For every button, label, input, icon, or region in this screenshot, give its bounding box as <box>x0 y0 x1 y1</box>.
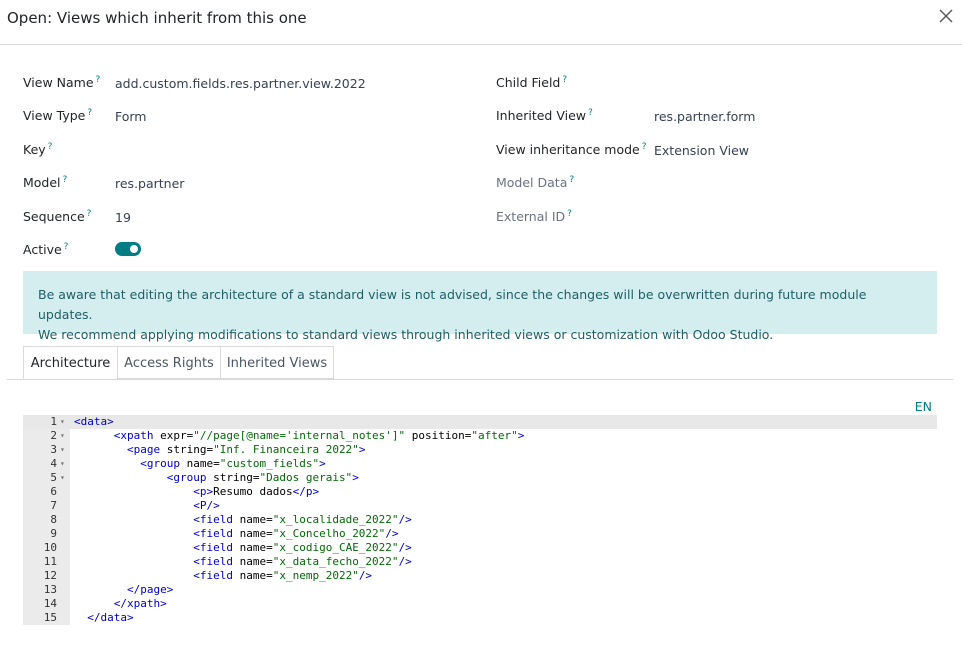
sequence-value[interactable]: 19 <box>115 210 131 225</box>
code-line[interactable]: 3 ▾ <page string="Inf. Financeira 2022"> <box>23 443 937 457</box>
fold-arrow-icon[interactable]: ▾ <box>60 415 65 429</box>
code-text: </page> <box>126 583 174 596</box>
code-line[interactable]: 6 <p>Resumo dados</p> <box>23 485 937 499</box>
line-number: 9 <box>50 527 57 540</box>
help-icon[interactable]: ? <box>567 209 572 219</box>
code-line[interactable]: 8 <field name="x_localidade_2022"/> <box>23 513 937 527</box>
fold-arrow-icon[interactable]: ▾ <box>60 429 65 443</box>
model-value[interactable]: res.partner <box>115 176 184 191</box>
fold-arrow-icon[interactable]: ▾ <box>60 471 65 485</box>
code-line[interactable]: 12 <field name="x_nemp_2022"/> <box>23 569 937 583</box>
line-number: 2 <box>50 429 57 442</box>
help-icon[interactable]: ? <box>562 75 567 85</box>
help-icon[interactable]: ? <box>642 142 647 152</box>
tab-access-rights[interactable]: Access Rights <box>117 346 221 379</box>
help-icon[interactable]: ? <box>48 142 53 152</box>
code-line[interactable]: 2 ▾ <xpath expr="//page[@name='internal_n… <box>23 429 937 443</box>
close-icon[interactable] <box>938 8 954 24</box>
inheritance-mode-label: View inheritance mode? <box>496 142 647 158</box>
view-name-label: View Name? <box>23 75 101 91</box>
help-icon[interactable]: ? <box>569 175 574 185</box>
view-type-label: View Type? <box>23 108 93 124</box>
active-toggle[interactable] <box>115 242 141 256</box>
fold-arrow-icon[interactable]: ▾ <box>60 457 65 471</box>
code-line[interactable]: 14 </xpath> <box>23 597 937 611</box>
view-type-value[interactable]: Form <box>115 109 147 124</box>
line-number: 1 <box>50 415 57 428</box>
code-line[interactable]: 13 </page> <box>23 583 937 597</box>
code-line[interactable]: 9 <field name="x_Concelho_2022"/> <box>23 527 937 541</box>
dialog-header: Open: Views which inherit from this one <box>0 0 962 45</box>
toggle-knob <box>130 245 138 253</box>
inherited-view-value[interactable]: res.partner.form <box>654 109 755 124</box>
view-name-value[interactable]: add.custom.fields.res.partner.view.2022 <box>115 76 366 91</box>
code-line[interactable]: 4 ▾ <group name="custom_fields"> <box>23 457 937 471</box>
code-editor[interactable]: 1 ▾ <data> 2 ▾ <xpath expr="//page[@name='in… <box>23 415 937 627</box>
code-text: <p>Resumo dados</p> <box>193 485 320 498</box>
fold-arrow-icon[interactable]: ▾ <box>60 443 65 457</box>
code-text: <P/> <box>193 499 220 512</box>
help-icon[interactable]: ? <box>64 242 69 252</box>
code-line[interactable]: 5 ▾ <group string="Dados gerais"> <box>23 471 937 485</box>
help-icon[interactable]: ? <box>87 209 92 219</box>
line-number: 10 <box>43 541 57 554</box>
line-number: 13 <box>43 583 57 596</box>
line-number: 8 <box>50 513 57 526</box>
code-line[interactable]: 1 ▾ <data> <box>23 415 937 429</box>
code-text: <field name="x_data_fecho_2022"/> <box>193 555 412 568</box>
model-data-label: Model Data? <box>496 175 575 191</box>
help-icon[interactable]: ? <box>63 175 68 185</box>
code-text: <field name="x_nemp_2022"/> <box>193 569 373 582</box>
line-number: 14 <box>43 597 57 610</box>
code-text: <group name="custom_fields"> <box>140 457 326 470</box>
code-text: <xpath expr="//page[@name='internal_note… <box>113 429 525 442</box>
line-number: 5 <box>50 471 57 484</box>
alert-line-1: Be aware that editing the architecture o… <box>38 287 867 322</box>
line-number: 7 <box>50 499 57 512</box>
child-field-label: Child Field? <box>496 75 568 91</box>
code-text: </xpath> <box>113 597 167 610</box>
notebook-tabs: Architecture Access Rights Inherited Vie… <box>7 346 953 380</box>
external-id-label: External ID? <box>496 209 572 225</box>
code-text: <data> <box>74 415 114 428</box>
code-text: <field name="x_codigo_CAE_2022"/> <box>193 541 412 554</box>
line-number: 6 <box>50 485 57 498</box>
dialog-title: Open: Views which inherit from this one <box>7 9 307 27</box>
help-icon[interactable]: ? <box>87 108 92 118</box>
code-line[interactable]: 7 <P/> <box>23 499 937 513</box>
line-number: 11 <box>43 555 57 568</box>
line-number: 15 <box>43 611 57 624</box>
alert-line-2: We recommend applying modifications to s… <box>38 327 774 342</box>
inherited-view-label: Inherited View? <box>496 108 593 124</box>
warning-alert: Be aware that editing the architecture o… <box>23 271 937 342</box>
code-text: </data> <box>87 611 134 624</box>
code-text: <field name="x_localidade_2022"/> <box>193 513 412 526</box>
help-icon[interactable]: ? <box>588 108 593 118</box>
code-line[interactable]: 11 <field name="x_data_fecho_2022"/> <box>23 555 937 569</box>
line-number: 3 <box>50 443 57 456</box>
code-text: <group string="Dados gerais"> <box>166 471 359 484</box>
line-number: 4 <box>50 457 57 470</box>
sequence-label: Sequence? <box>23 209 92 225</box>
language-button[interactable]: EN <box>915 399 932 414</box>
inheritance-mode-value[interactable]: Extension View <box>654 143 749 158</box>
code-text: <page string="Inf. Financeira 2022"> <box>126 443 366 456</box>
line-number: 12 <box>43 569 57 582</box>
model-label: Model? <box>23 175 68 191</box>
code-text: <field name="x_Concelho_2022"/> <box>193 527 399 540</box>
tab-architecture[interactable]: Architecture <box>23 346 118 379</box>
active-label: Active? <box>23 242 69 258</box>
tab-inherited-views[interactable]: Inherited Views <box>220 346 334 379</box>
key-label: Key? <box>23 142 53 158</box>
code-line[interactable]: 10 <field name="x_codigo_CAE_2022"/> <box>23 541 937 555</box>
code-line[interactable]: 15 </data> <box>23 611 937 625</box>
help-icon[interactable]: ? <box>96 75 101 85</box>
